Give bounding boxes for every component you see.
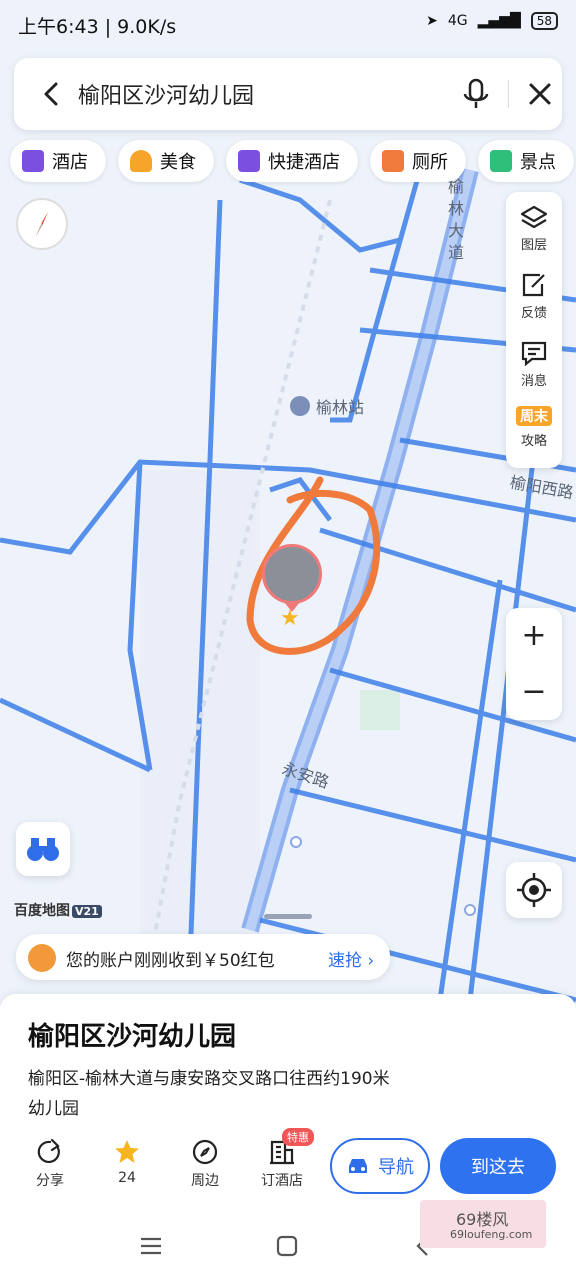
- place-address: 榆阳区-榆林大道与康安路交叉路口往西约190米: [28, 1069, 390, 1089]
- my-location-button[interactable]: [506, 862, 562, 918]
- location-icon: ➤: [426, 13, 438, 29]
- hotel-icon: [22, 150, 44, 172]
- nearby-button[interactable]: 周边: [175, 1138, 235, 1190]
- red-packet-icon: [28, 944, 56, 972]
- chip-food[interactable]: 美食: [118, 140, 214, 182]
- map-toolbar: 图层 反馈 消息 周末 攻略: [506, 192, 562, 468]
- go-here-button[interactable]: 到这去: [440, 1138, 556, 1194]
- toilet-icon: [382, 150, 404, 172]
- sheet-handle[interactable]: [264, 914, 312, 919]
- favorite-button[interactable]: 24: [97, 1138, 157, 1186]
- messages-button[interactable]: 消息: [506, 340, 562, 389]
- food-icon: [130, 150, 152, 172]
- map-road-label: 榆林大道: [448, 177, 465, 262]
- car-icon: [349, 1159, 367, 1173]
- feedback-button[interactable]: 反馈: [506, 272, 562, 321]
- special-offer-badge: 特惠: [282, 1128, 314, 1146]
- chip-hotel[interactable]: 酒店: [10, 140, 106, 182]
- layers-icon: [520, 205, 548, 229]
- locate-icon: [517, 873, 551, 907]
- category-chips: 酒店 美食 快捷酒店 厕所 景点: [10, 140, 574, 182]
- weekend-badge: 周末: [516, 406, 552, 426]
- promo-text: 您的账户刚刚收到￥50红包: [66, 951, 275, 971]
- layers-button[interactable]: 图层: [506, 204, 562, 253]
- promo-grab-link[interactable]: 速抢 ›: [328, 946, 374, 971]
- compass-icon: [36, 212, 48, 236]
- scenic-icon: [490, 150, 512, 172]
- star-icon: [115, 1140, 139, 1163]
- weekend-guide-button[interactable]: 周末 攻略: [506, 406, 562, 449]
- zoom-out-button[interactable]: −: [506, 664, 562, 720]
- battery-icon: 58: [530, 12, 558, 30]
- street-view-button[interactable]: [16, 822, 70, 876]
- chip-budget-hotel[interactable]: 快捷酒店: [226, 140, 358, 182]
- hotel-icon: [238, 150, 260, 172]
- map-brand-logo: 百度地图 V21: [14, 900, 102, 920]
- divider: [508, 80, 509, 108]
- close-icon[interactable]: [522, 76, 558, 112]
- station-icon: [290, 396, 310, 416]
- zoom-in-button[interactable]: +: [506, 608, 562, 664]
- status-bar: 上午6:43 | 9.0K/s ➤ 4G ▂▄▆█ 58: [0, 0, 576, 48]
- poi-marker[interactable]: ★: [262, 544, 322, 632]
- message-icon: [521, 341, 547, 366]
- share-icon: [37, 1138, 60, 1163]
- status-time: 上午6:43 | 9.0K/s: [18, 16, 177, 38]
- zoom-control: + −: [506, 608, 562, 720]
- navigate-button[interactable]: 导航: [330, 1138, 430, 1194]
- chip-toilet[interactable]: 厕所: [370, 140, 466, 182]
- binoculars-icon: [27, 838, 59, 861]
- compass-button[interactable]: [16, 198, 68, 250]
- watermark: 69楼风 69loufeng.com: [420, 1200, 546, 1248]
- back-arrow-icon[interactable]: [34, 76, 70, 112]
- search-query[interactable]: 榆阳区沙河幼儿园: [78, 78, 254, 110]
- home-icon[interactable]: [274, 1234, 300, 1258]
- status-icons: ➤ 4G ▂▄▆█ 58: [426, 12, 558, 30]
- chip-scenic[interactable]: 景点: [478, 140, 574, 182]
- promo-banner[interactable]: 您的账户刚刚收到￥50红包 速抢 ›: [16, 934, 390, 980]
- place-category: 幼儿园: [28, 1099, 79, 1119]
- map-station-label[interactable]: 榆林站: [290, 394, 364, 418]
- version-badge: V21: [72, 905, 102, 918]
- microphone-icon[interactable]: [460, 76, 492, 112]
- star-icon: ★: [280, 606, 300, 631]
- place-title: 榆阳区沙河幼儿园: [28, 1022, 237, 1052]
- share-button[interactable]: 分享: [20, 1138, 80, 1190]
- menu-icon[interactable]: [138, 1234, 164, 1258]
- search-bar[interactable]: 榆阳区沙河幼儿园: [14, 58, 562, 130]
- poi-photo: [262, 544, 322, 604]
- network-label: 4G: [447, 13, 468, 29]
- edit-icon: [522, 273, 545, 297]
- signal-icon: ▂▄▆█: [477, 13, 521, 29]
- compass-icon: [192, 1139, 218, 1165]
